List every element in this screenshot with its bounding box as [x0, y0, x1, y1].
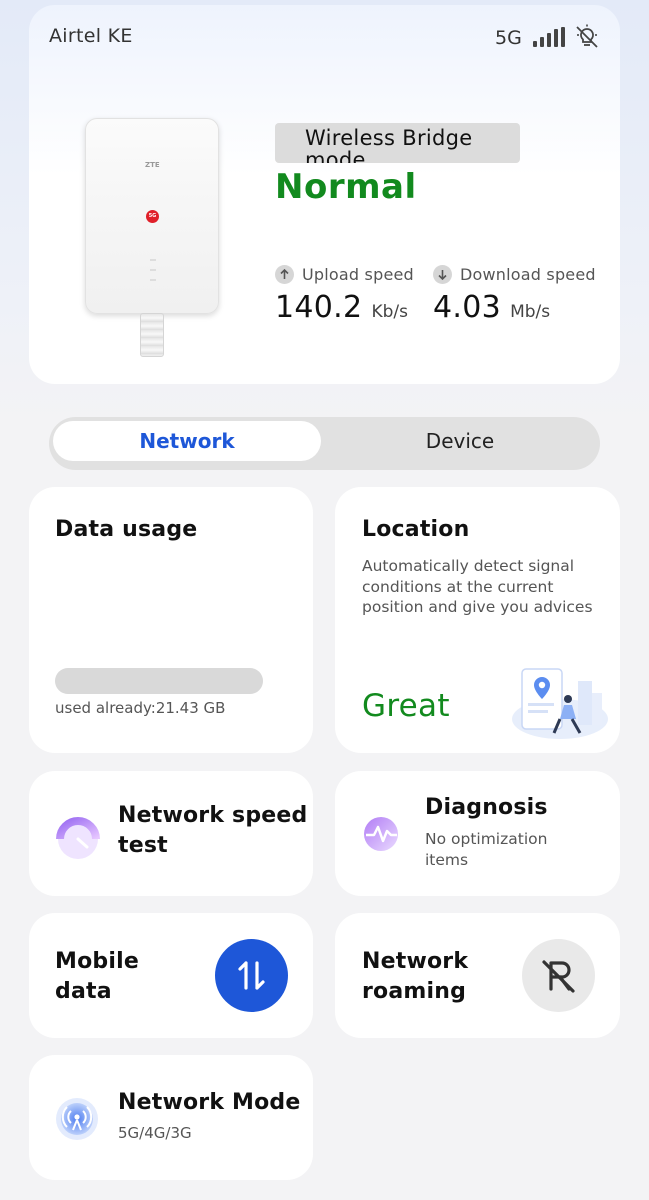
- work-mode-label: Wireless Bridge mode: [275, 123, 520, 163]
- router-brand-label: ZTE: [145, 161, 160, 169]
- mobile-data-title: Mobile data: [55, 949, 139, 1004]
- speed-test-title: Network speed test: [118, 803, 308, 858]
- upload-arrow-icon: [275, 265, 294, 284]
- roaming-card: Network roaming: [335, 913, 620, 1038]
- upload-speed-label: Upload speed: [302, 265, 414, 284]
- router-5g-badge: 5G: [146, 210, 159, 223]
- network-mode-title: Network Mode: [118, 1090, 301, 1115]
- download-arrow-icon: [433, 265, 452, 284]
- mobile-data-card: Mobile data: [29, 913, 313, 1038]
- router-image: ZTE 5G: [85, 118, 219, 358]
- upload-speed: Upload speed 140.2 Kb/s: [275, 265, 414, 325]
- connection-status: Normal: [275, 167, 417, 207]
- diagnosis-card[interactable]: Diagnosis No optimization items: [335, 771, 620, 896]
- signal-bars-icon: [532, 27, 566, 47]
- roaming-toggle[interactable]: [522, 939, 595, 1012]
- data-usage-card[interactable]: Data usage used already:21.43 GB: [29, 487, 313, 753]
- location-description: Automatically detect signal conditions a…: [362, 557, 593, 616]
- download-speed: Download speed 4.03 Mb/s: [433, 265, 596, 325]
- download-speed-unit: Mb/s: [510, 302, 551, 322]
- diagnosis-subtitle: No optimization items: [425, 830, 548, 869]
- data-used-text: used already:21.43 GB: [55, 699, 226, 717]
- location-card[interactable]: Location Automatically detect signal con…: [335, 487, 620, 753]
- network-mode-card[interactable]: Network Mode 5G/4G/3G: [29, 1055, 313, 1180]
- data-usage-title: Data usage: [55, 517, 198, 542]
- roaming-off-icon: [542, 960, 575, 993]
- speedometer-icon: [56, 817, 100, 859]
- diagnosis-title: Diagnosis: [425, 795, 548, 820]
- location-title: Location: [362, 517, 470, 542]
- tab-network[interactable]: Network: [53, 421, 321, 461]
- section-tabs: Network Device: [49, 417, 600, 470]
- upload-speed-value: 140.2: [275, 290, 363, 325]
- bulb-off-icon[interactable]: [574, 24, 600, 50]
- device-status-card: Airtel KE 5G ZTE 5G Wireless Bridge mode…: [29, 5, 620, 384]
- usage-progress-bar: [55, 668, 263, 694]
- download-speed-value: 4.03: [433, 290, 501, 325]
- network-type-label: 5G: [495, 27, 522, 49]
- location-map-illustration: [512, 668, 608, 739]
- network-mode-subtitle: 5G/4G/3G: [118, 1124, 192, 1142]
- download-speed-label: Download speed: [460, 265, 596, 284]
- pulse-diagnosis-icon: [364, 817, 398, 851]
- upload-speed-unit: Kb/s: [371, 302, 409, 322]
- tab-device[interactable]: Device: [325, 421, 595, 461]
- location-rating: Great: [362, 688, 450, 724]
- roaming-title: Network roaming: [362, 949, 469, 1004]
- data-arrows-icon: [238, 961, 265, 990]
- mobile-data-toggle[interactable]: [215, 939, 288, 1012]
- antenna-icon: [56, 1098, 98, 1140]
- speed-test-card[interactable]: Network speed test: [29, 771, 313, 896]
- operator-name: Airtel KE: [49, 25, 133, 47]
